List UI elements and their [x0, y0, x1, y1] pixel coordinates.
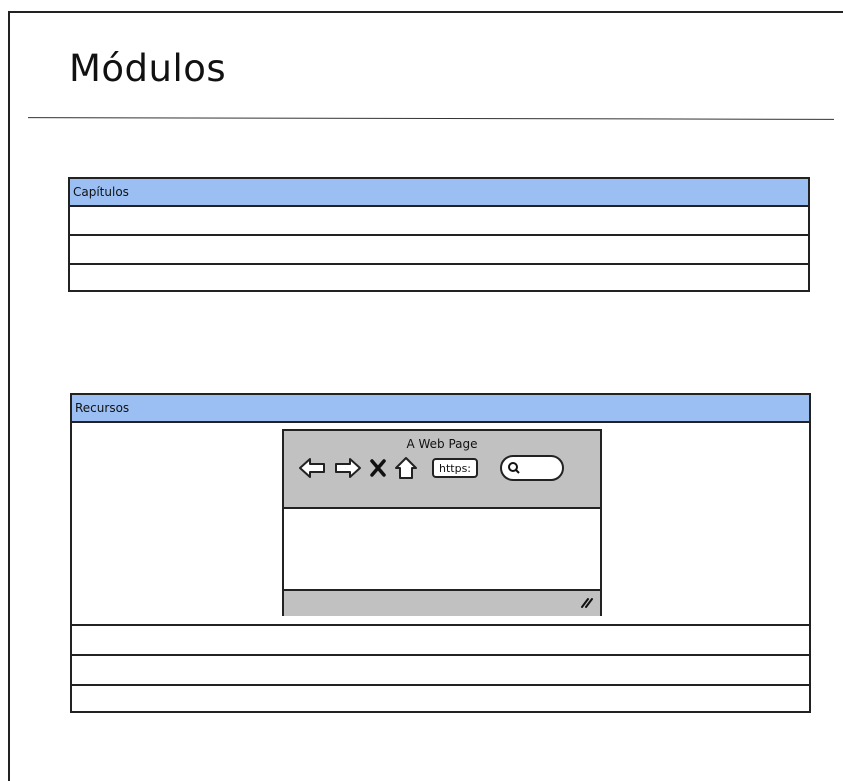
recursos-row[interactable] — [72, 626, 809, 656]
browser-status-bar — [284, 589, 600, 616]
browser-title: A Web Page — [406, 437, 478, 451]
browser-search-field[interactable] — [500, 455, 565, 481]
stop-icon[interactable] — [370, 459, 386, 477]
capitulos-row[interactable] — [70, 265, 808, 294]
recursos-row[interactable] — [72, 656, 809, 686]
capitulos-row[interactable] — [70, 236, 808, 265]
search-icon — [508, 462, 520, 474]
recursos-row[interactable] — [72, 686, 809, 716]
recursos-panel: Recursos A Web Page https: — [70, 393, 811, 713]
back-arrow-icon[interactable] — [298, 457, 326, 479]
capitulos-row[interactable] — [70, 207, 808, 236]
page-title: Módulos — [69, 47, 227, 90]
browser-mockup: A Web Page https: — [282, 429, 602, 616]
capitulos-header: Capítulos — [70, 179, 808, 207]
home-icon[interactable] — [394, 456, 418, 480]
browser-content — [284, 509, 600, 589]
resize-grip-icon[interactable] — [580, 593, 594, 612]
recursos-header: Recursos — [72, 395, 809, 423]
recursos-content-row: A Web Page https: — [72, 423, 809, 626]
capitulos-panel: Capítulos — [68, 177, 810, 292]
forward-arrow-icon[interactable] — [334, 457, 362, 479]
browser-toolbar: A Web Page https: — [284, 431, 600, 509]
url-field[interactable]: https: — [432, 458, 479, 478]
